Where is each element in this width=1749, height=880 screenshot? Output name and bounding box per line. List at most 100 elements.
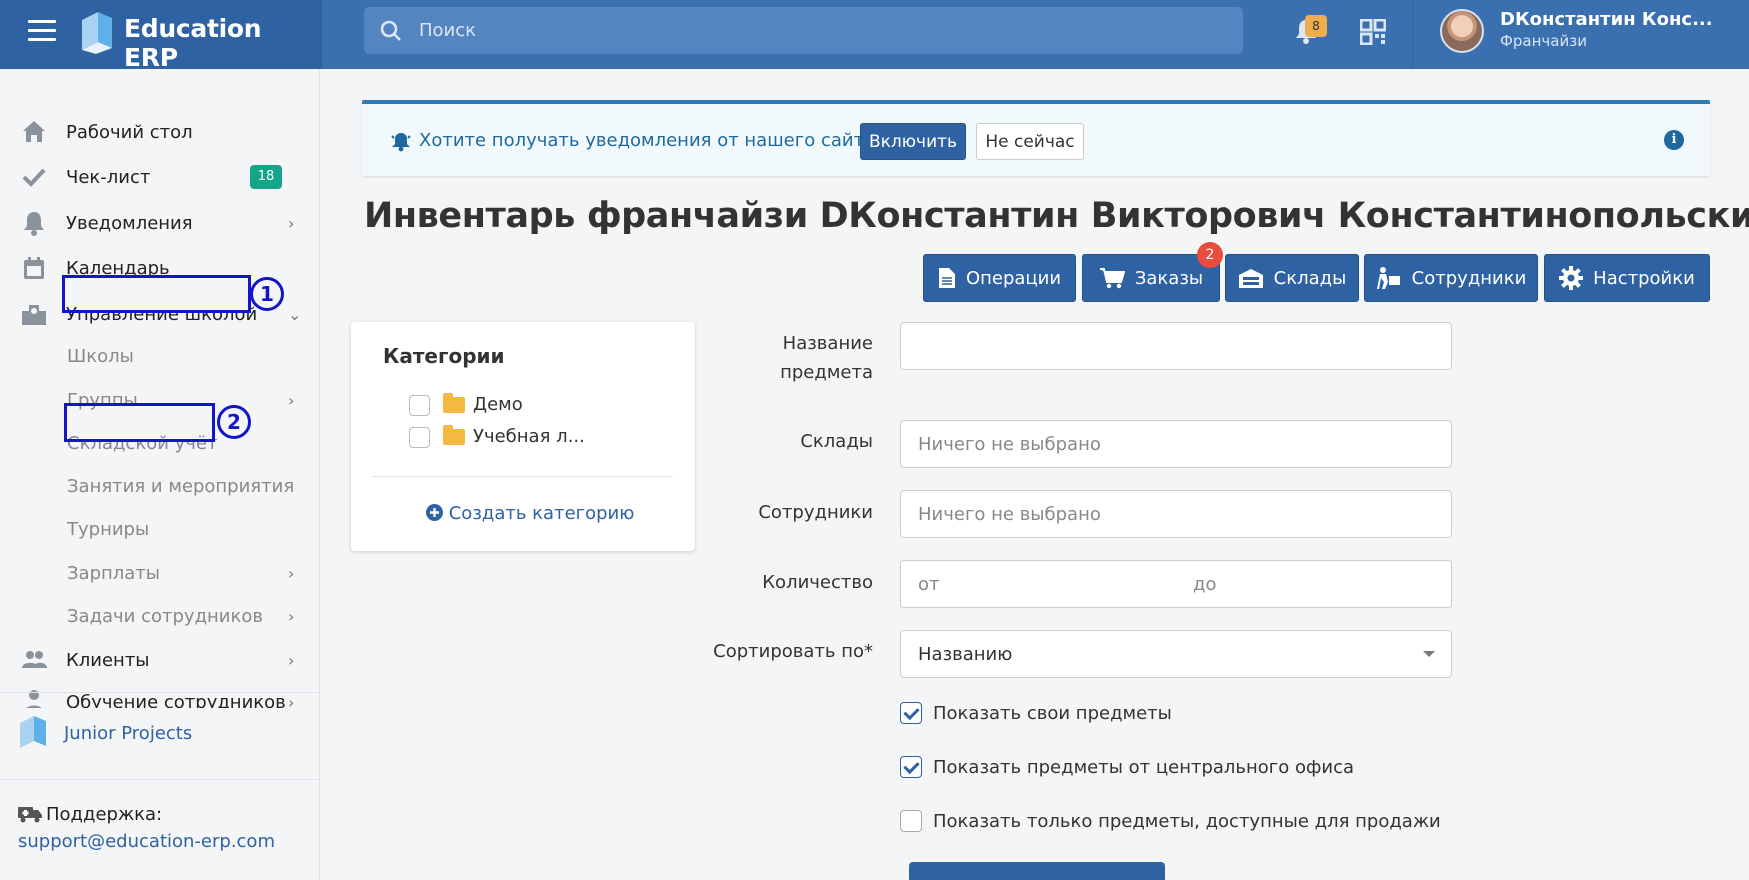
notification-prompt: Хотите получать уведомления от нашего са… <box>362 100 1710 176</box>
sort-select[interactable]: Названию <box>900 630 1452 678</box>
item-name-input[interactable] <box>900 322 1452 370</box>
category-checkbox[interactable] <box>409 395 430 416</box>
notification-prompt-text: Хотите получать уведомления от нашего са… <box>419 130 885 151</box>
search-input[interactable] <box>419 7 1219 54</box>
sidebar-item-clients[interactable]: Клиенты › <box>0 640 320 680</box>
warehouses-select[interactable]: Ничего не выбрано <box>900 420 1452 468</box>
caret-down-icon <box>1423 651 1435 657</box>
sidebar-subitem-classes-events[interactable]: Занятия и мероприятия <box>0 466 320 506</box>
orders-count-badge: 2 <box>1197 242 1223 268</box>
show-central-office-items-label[interactable]: Показать предметы от центрального офиса <box>933 757 1354 778</box>
annotation-marker-1: 1 <box>250 277 284 311</box>
categories-divider <box>372 476 673 477</box>
sidebar-subitem-employee-tasks[interactable]: Задачи сотрудников › <box>0 596 320 636</box>
cart-icon <box>1099 268 1125 289</box>
avatar[interactable] <box>1440 9 1484 53</box>
sidebar-subitem-label: Зарплаты <box>67 562 160 584</box>
category-item[interactable]: Демо <box>409 393 669 418</box>
search-box[interactable] <box>364 7 1243 54</box>
category-checkbox[interactable] <box>409 427 430 448</box>
gear-icon <box>1559 266 1584 290</box>
qr-code-icon[interactable] <box>1360 19 1386 45</box>
check-icon <box>22 168 46 187</box>
chevron-right-icon: › <box>288 693 295 708</box>
orders-label: Заказы <box>1134 267 1204 289</box>
sidebar-subitem-label: Задачи сотрудников <box>67 605 263 627</box>
brand-area: Education ERP <box>0 0 322 72</box>
notifications-count-badge: 8 <box>1305 15 1327 37</box>
chevron-right-icon: › <box>288 213 295 233</box>
employees-button[interactable]: Сотрудники <box>1364 254 1538 302</box>
sidebar-subitem-label: Занятия и мероприятия <box>67 475 295 497</box>
menu-icon[interactable] <box>28 20 56 42</box>
settings-label: Настройки <box>1593 267 1695 289</box>
sidebar-item-desktop[interactable]: Рабочий стол <box>0 112 320 152</box>
employees-label: Сотрудники <box>1411 267 1527 289</box>
annotation-highlight-1 <box>62 275 251 313</box>
item-name-label-line2: предмета <box>780 362 873 383</box>
sidebar-subitem-tournaments[interactable]: Турниры <box>0 509 320 549</box>
sidebar-subitem-label: Школы <box>67 345 134 367</box>
show-own-items-checkbox[interactable] <box>900 702 922 724</box>
settings-button[interactable]: Настройки <box>1544 254 1710 302</box>
brand-name[interactable]: Education ERP <box>124 14 322 72</box>
show-for-sale-only-label[interactable]: Показать только предметы, доступные для … <box>933 811 1441 832</box>
not-now-button[interactable]: Не сейчас <box>976 123 1084 160</box>
user-role: Франчайзи <box>1500 32 1587 50</box>
sidebar-subitem-schools[interactable]: Школы <box>0 336 320 376</box>
show-own-items-label[interactable]: Показать свои предметы <box>933 703 1172 724</box>
category-label[interactable]: Учебная л... <box>473 426 585 447</box>
employees-select[interactable]: Ничего не выбрано <box>900 490 1452 538</box>
bell-icon <box>24 212 44 236</box>
info-icon[interactable]: i <box>1664 130 1684 150</box>
sidebar-divider <box>0 692 320 693</box>
chevron-right-icon: › <box>288 390 295 410</box>
sort-field-label: Сортировать по* <box>713 641 873 662</box>
plus-circle-icon <box>426 504 443 521</box>
enable-notifications-button[interactable]: Включить <box>860 123 966 160</box>
sidebar-item-label: Чек-лист <box>66 166 151 188</box>
users-icon <box>22 651 47 668</box>
sidebar-item-notifications[interactable]: Уведомления › <box>0 203 320 243</box>
categories-panel: Категории Демо Учебная л... Создать кате… <box>351 322 695 551</box>
user-separator <box>1412 0 1413 69</box>
top-bar: Education ERP 8 DКонстантин Конс... Фран… <box>0 0 1749 72</box>
file-icon <box>938 268 955 288</box>
chevron-right-icon: › <box>288 650 295 670</box>
item-name-label-line1: Название <box>782 333 873 354</box>
operations-label: Операции <box>965 267 1062 289</box>
support-email-link[interactable]: support@education-erp.com <box>18 831 275 852</box>
sidebar: Рабочий стол Чек-лист 18 Уведомления › К… <box>0 69 320 880</box>
apply-filter-button[interactable] <box>909 862 1165 880</box>
search-icon <box>380 20 401 41</box>
sidebar-item-checklist[interactable]: Чек-лист 18 <box>0 157 320 197</box>
show-central-office-items-checkbox[interactable] <box>900 756 922 778</box>
sidebar-item-label: Обучение сотрудников <box>66 692 286 708</box>
user-name[interactable]: DКонстантин Конс... <box>1500 9 1713 30</box>
employees-field-label: Сотрудники <box>758 502 873 523</box>
show-for-sale-only-checkbox[interactable] <box>900 810 922 832</box>
quantity-from-input[interactable]: от <box>900 560 1177 608</box>
operations-button[interactable]: Операции <box>923 254 1076 302</box>
sort-select-value: Названию <box>918 643 1013 665</box>
quantity-to-input[interactable]: до <box>1176 560 1452 608</box>
sidebar-item-staff-training[interactable]: Обучение сотрудников › <box>0 685 320 708</box>
warehouses-field-label: Склады <box>800 431 873 452</box>
sidebar-item-label: Клиенты <box>66 649 150 671</box>
warehouse-icon <box>1238 269 1263 288</box>
organization-name[interactable]: Junior Projects <box>64 723 192 744</box>
create-category-link[interactable]: Создать категорию <box>426 503 634 524</box>
checklist-count-badge: 18 <box>250 165 282 189</box>
support-label: Поддержка: <box>46 804 163 825</box>
sidebar-item-label: Рабочий стол <box>66 121 193 143</box>
sidebar-item-label: Уведомления <box>66 212 193 234</box>
item-name-label-2: предмета <box>653 362 873 383</box>
logo-icon <box>82 12 112 54</box>
folder-icon <box>443 393 465 413</box>
chevron-right-icon: › <box>288 606 295 626</box>
category-label[interactable]: Демо <box>473 394 523 415</box>
category-item[interactable]: Учебная л... <box>409 425 669 450</box>
folder-icon <box>443 425 465 445</box>
warehouses-button[interactable]: Склады <box>1225 254 1359 302</box>
sidebar-subitem-salaries[interactable]: Зарплаты › <box>0 553 320 593</box>
